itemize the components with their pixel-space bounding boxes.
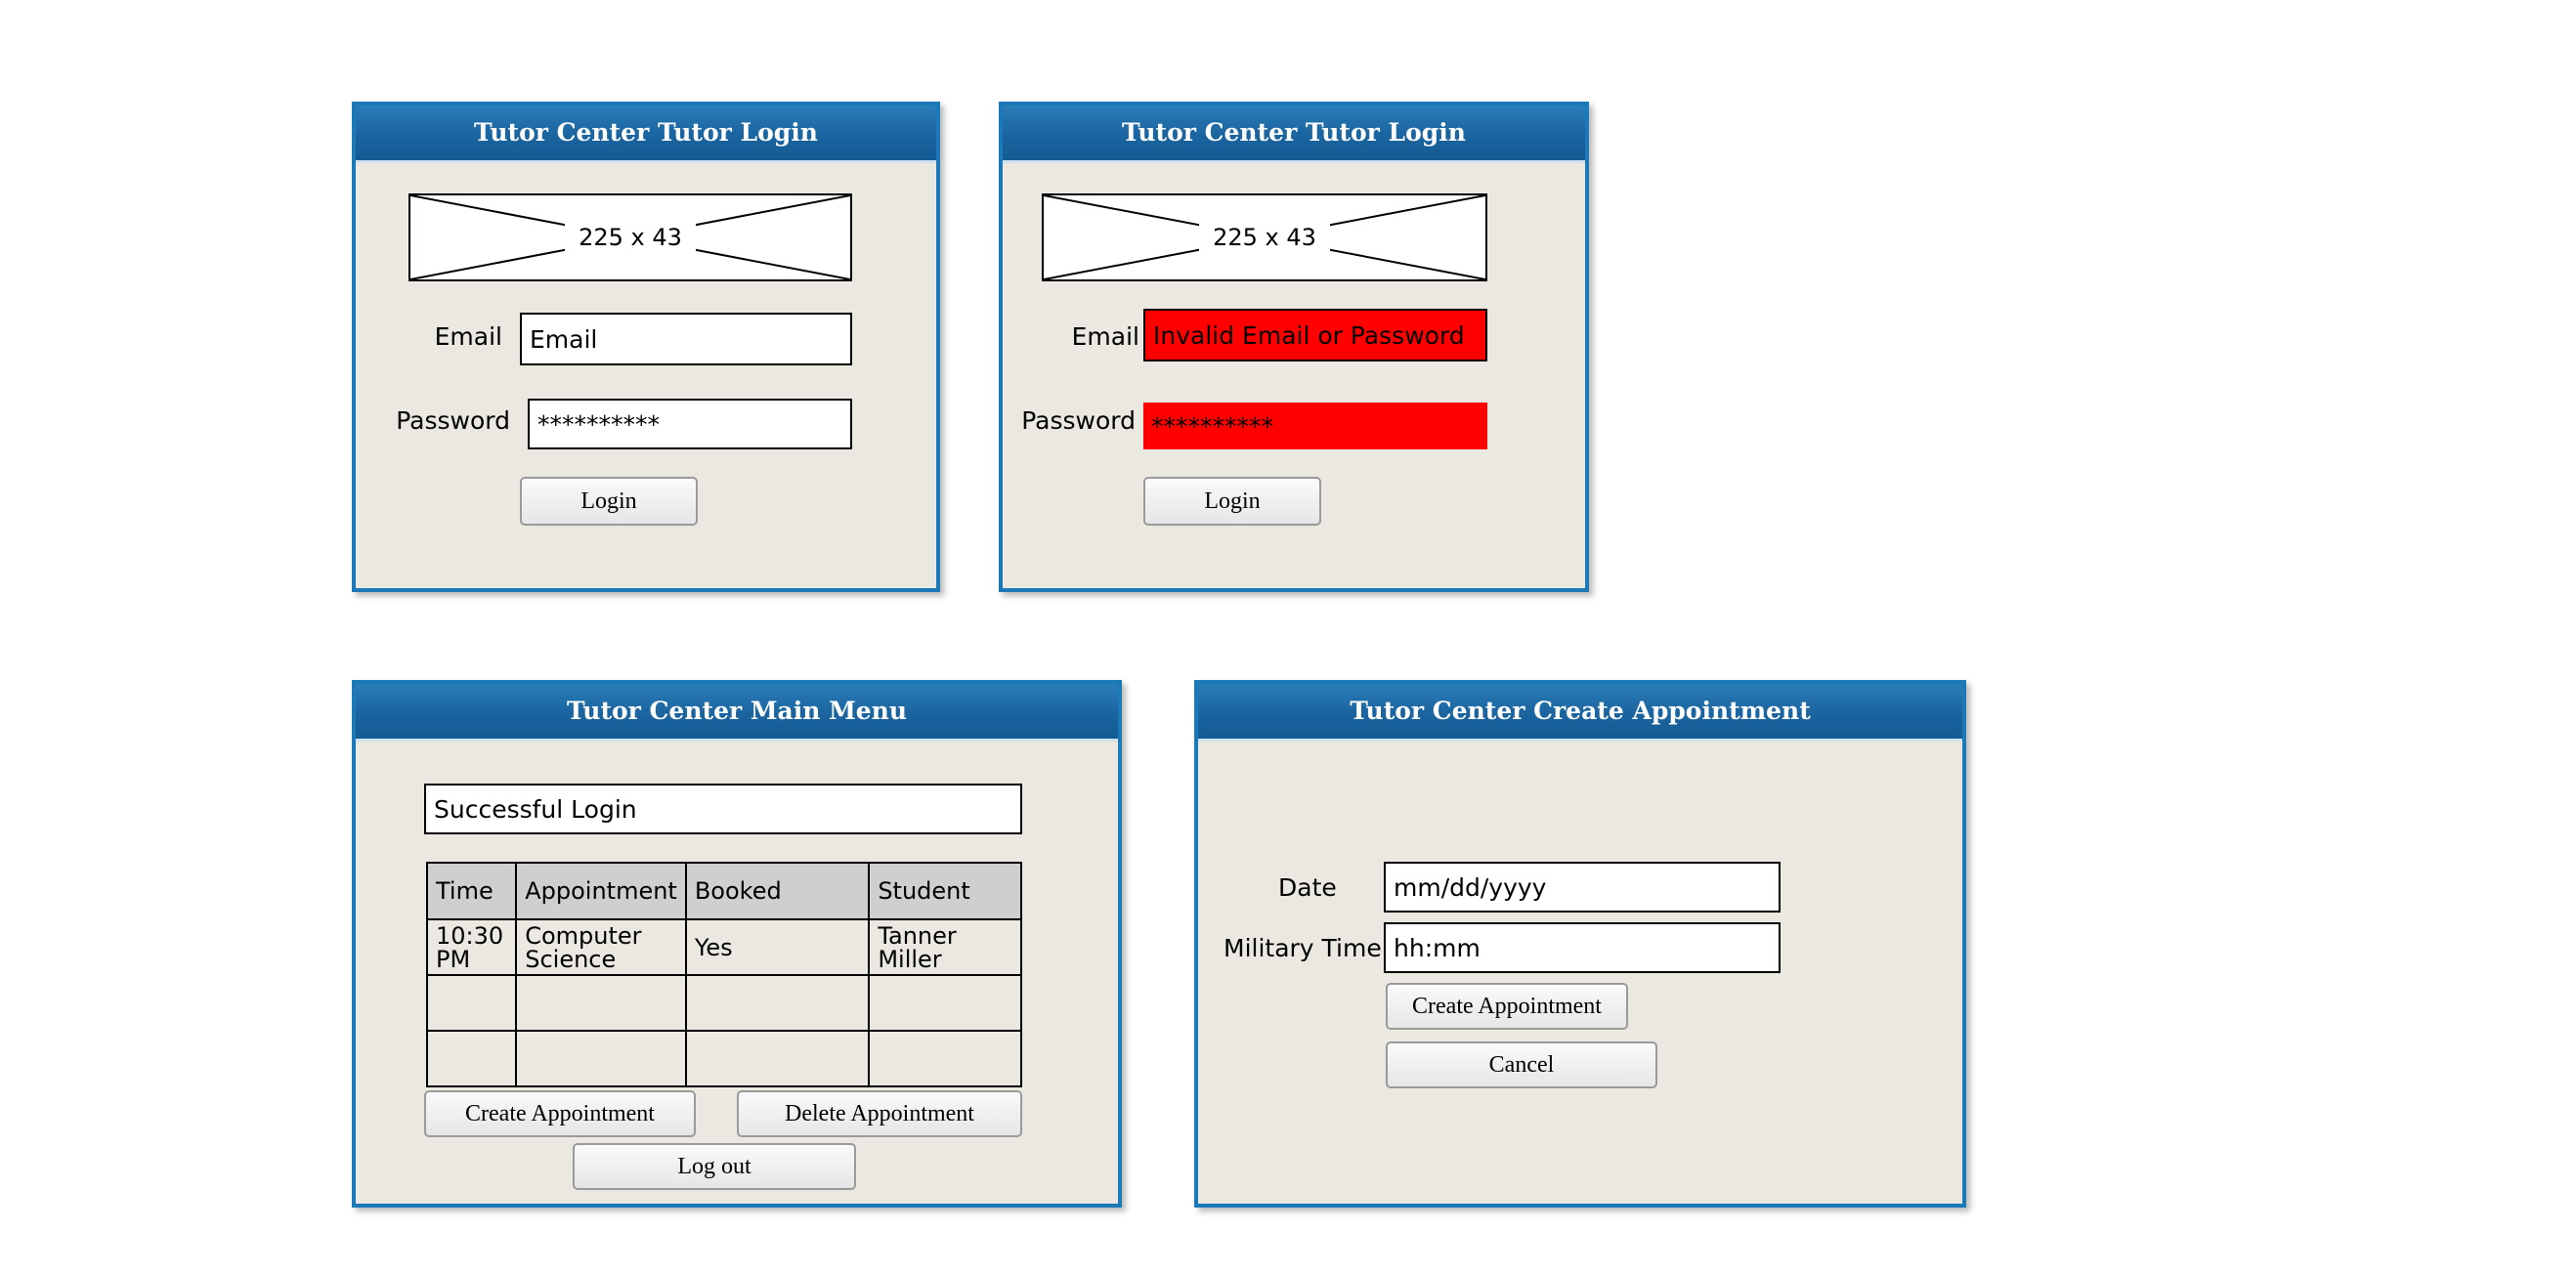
logo-image-placeholder: 225 x 43 xyxy=(408,193,852,281)
cancel-button[interactable]: Cancel xyxy=(1386,1041,1657,1088)
logout-button[interactable]: Log out xyxy=(573,1143,856,1190)
table-cell xyxy=(425,974,518,1032)
column-header-booked[interactable]: Booked xyxy=(684,862,871,920)
military-time-label: Military Time xyxy=(1224,934,1382,962)
password-label: Password xyxy=(396,406,510,435)
email-input[interactable]: Email xyxy=(520,313,852,365)
main-menu-window-title: Tutor Center Main Menu xyxy=(356,684,1118,742)
table-cell xyxy=(425,1030,518,1087)
table-cell xyxy=(868,1030,1022,1087)
create-appointment-button[interactable]: Create Appointment xyxy=(424,1090,696,1137)
table-cell: Computer Science xyxy=(515,918,687,976)
table-cell: Tanner Miller xyxy=(868,918,1022,976)
table-cell xyxy=(684,974,871,1032)
column-header-time[interactable]: Time xyxy=(425,862,518,920)
table-cell xyxy=(515,1030,687,1087)
table-row[interactable]: 10:30 PM Computer Science Yes Tanner Mil… xyxy=(425,918,1022,976)
login-button[interactable]: Login xyxy=(1143,477,1321,526)
password-input-error[interactable]: ********** xyxy=(1143,403,1487,449)
password-label: Password xyxy=(1021,406,1136,435)
table-cell: 10:30 PM xyxy=(425,918,518,976)
delete-appointment-button[interactable]: Delete Appointment xyxy=(737,1090,1022,1137)
table-cell xyxy=(868,974,1022,1032)
table-row[interactable] xyxy=(425,1030,1022,1087)
password-input[interactable]: ********** xyxy=(528,399,852,449)
create-appointment-button[interactable]: Create Appointment xyxy=(1386,983,1628,1030)
column-header-appointment[interactable]: Appointment xyxy=(515,862,687,920)
create-appointment-window-title: Tutor Center Create Appointment xyxy=(1198,684,1962,742)
status-message-box: Successful Login xyxy=(424,784,1022,834)
date-label: Date xyxy=(1278,873,1337,902)
image-size-caption: 225 x 43 xyxy=(565,224,696,251)
table-cell xyxy=(515,974,687,1032)
login-window-title: Tutor Center Tutor Login xyxy=(356,106,936,163)
table-cell: Yes xyxy=(684,918,871,976)
military-time-input[interactable]: hh:mm xyxy=(1384,922,1781,973)
login-window: Tutor Center Tutor Login 225 x 43 Email … xyxy=(352,102,940,592)
date-input[interactable]: mm/dd/yyyy xyxy=(1384,862,1781,913)
column-header-student[interactable]: Student xyxy=(868,862,1022,920)
appointments-table: Time Appointment Booked Student 10:30 PM… xyxy=(425,862,1022,1087)
table-cell xyxy=(684,1030,871,1087)
image-size-caption: 225 x 43 xyxy=(1199,224,1330,251)
login-error-window-title: Tutor Center Tutor Login xyxy=(1003,106,1585,163)
email-input-error[interactable]: Invalid Email or Password xyxy=(1143,309,1487,361)
email-label: Email xyxy=(434,322,502,351)
table-header-row: Time Appointment Booked Student xyxy=(425,862,1022,920)
login-button[interactable]: Login xyxy=(520,477,698,526)
create-appointment-window: Tutor Center Create Appointment Date mm/… xyxy=(1194,680,1966,1208)
logo-image-placeholder: 225 x 43 xyxy=(1042,193,1487,281)
main-menu-window: Tutor Center Main Menu Successful Login … xyxy=(352,680,1122,1208)
login-error-window: Tutor Center Tutor Login 225 x 43 Email … xyxy=(999,102,1589,592)
table-row[interactable] xyxy=(425,974,1022,1032)
email-label: Email xyxy=(1071,322,1139,351)
